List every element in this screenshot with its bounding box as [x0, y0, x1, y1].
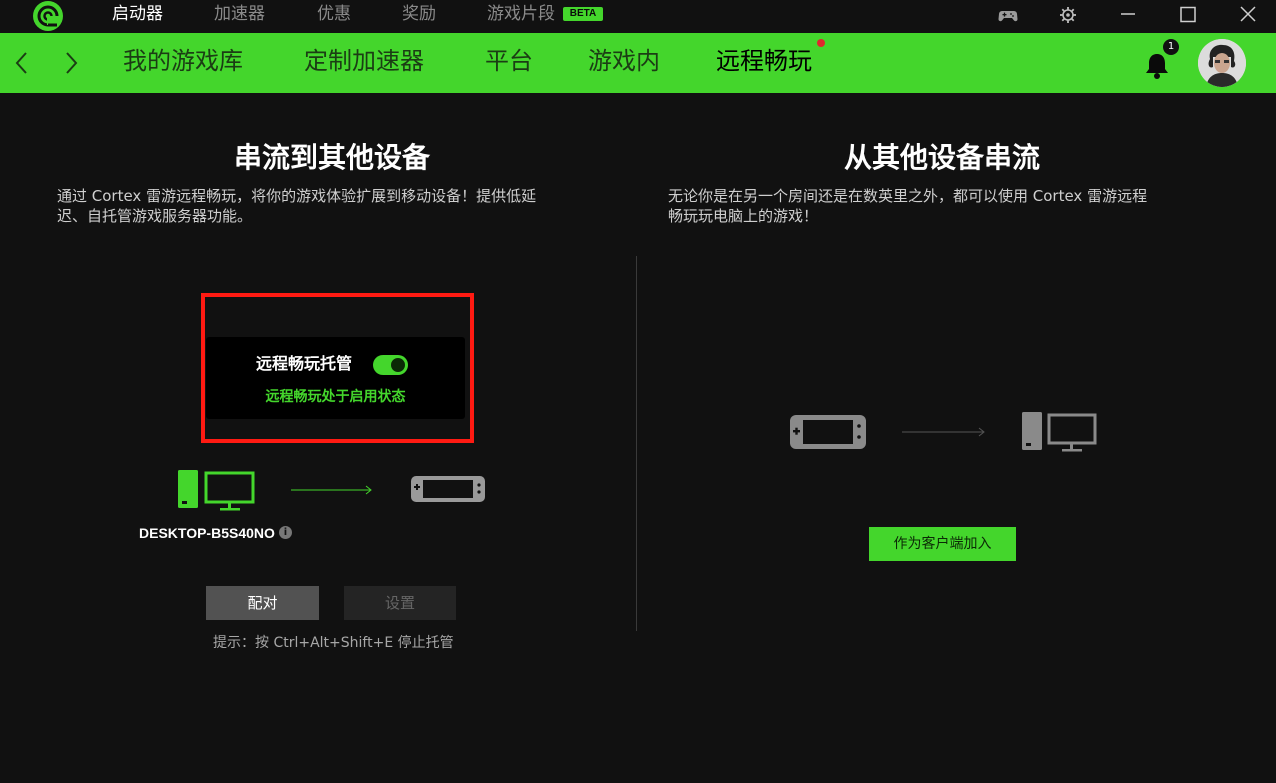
title-bar: 启动器 加速器 优惠 奖励 游戏片段 BETA — [0, 0, 1276, 33]
device-name: DESKTOP-B5S40NO — [139, 525, 275, 541]
gamepad-icon — [998, 11, 1018, 22]
remote-play-host-toggle[interactable] — [373, 355, 408, 375]
tab-launcher[interactable]: 启动器 — [112, 3, 163, 25]
close-button[interactable] — [1228, 0, 1268, 30]
tab-booster[interactable]: 加速器 — [214, 3, 265, 25]
tab-my-game-library[interactable]: 我的游戏库 — [123, 45, 243, 77]
client-handheld-console-icon — [790, 415, 866, 449]
tab-in-game[interactable]: 游戏内 — [588, 45, 660, 77]
gamepad-button[interactable] — [988, 0, 1028, 30]
close-icon — [1240, 6, 1256, 22]
tab-platform[interactable]: 平台 — [485, 45, 533, 77]
tab-game-clips[interactable]: 游戏片段 — [487, 3, 555, 25]
new-indicator-dot — [817, 39, 825, 47]
client-pc-icon — [1022, 412, 1097, 452]
maximize-icon — [1180, 6, 1196, 23]
pc-icon — [178, 470, 255, 511]
user-avatar[interactable] — [1198, 39, 1246, 87]
section-nav-bar: 我的游戏库 定制加速器 平台 游戏内 远程畅玩 1 — [0, 33, 1276, 93]
pair-button[interactable]: 配对 — [206, 586, 319, 620]
minimize-button[interactable] — [1108, 0, 1148, 30]
avatar-image — [1198, 39, 1246, 87]
client-stream-arrow-icon — [902, 427, 985, 437]
info-icon[interactable]: i — [279, 526, 292, 539]
remote-play-status-text: 远程畅玩处于启用状态 — [265, 389, 406, 405]
tab-rewards[interactable]: 奖励 — [402, 3, 436, 25]
toggle-knob — [391, 358, 405, 372]
handheld-console-icon — [411, 476, 485, 502]
stream-to-other-devices-title: 串流到其他设备 — [233, 141, 430, 174]
stream-to-description-line1: 通过 Cortex 雷游远程畅玩，将你的游戏体验扩展到移动设备！提供低延 — [57, 187, 537, 205]
remote-play-host-label: 远程畅玩托管 — [256, 354, 353, 373]
notification-count-badge: 1 — [1163, 39, 1179, 55]
maximize-button[interactable] — [1168, 0, 1208, 30]
chevron-right-icon — [66, 52, 78, 74]
razer-cortex-logo-icon[interactable] — [33, 1, 63, 31]
stop-hosting-hint: 提示：按 Ctrl+Alt+Shift+E 停止托管 — [213, 635, 454, 651]
tab-custom-booster[interactable]: 定制加速器 — [304, 45, 424, 77]
column-divider — [636, 256, 637, 631]
chevron-left-icon — [15, 52, 27, 74]
settings-button[interactable]: 设置 — [344, 586, 456, 620]
tab-deals[interactable]: 优惠 — [317, 3, 351, 25]
stream-from-description-line2: 畅玩玩电脑上的游戏！ — [668, 207, 819, 225]
tab-remote-play[interactable]: 远程畅玩 — [716, 45, 812, 77]
back-button[interactable] — [10, 50, 34, 76]
stream-from-description-line1: 无论你是在另一个房间还是在数英里之外，都可以使用 Cortex 雷游远程 — [668, 187, 1148, 205]
gear-icon — [1060, 7, 1076, 23]
beta-badge: BETA — [563, 7, 603, 21]
stream-direction-arrow-icon — [291, 485, 372, 495]
join-as-client-button[interactable]: 作为客户端加入 — [869, 527, 1016, 561]
stream-to-description-line2: 迟、自托管游戏服务器功能。 — [57, 207, 253, 225]
stream-from-other-devices-title: 从其他设备串流 — [843, 141, 1040, 174]
remote-play-host-card: 远程畅玩托管 远程畅玩处于启用状态 — [206, 337, 465, 419]
minimize-icon — [1121, 13, 1135, 15]
settings-window-button[interactable] — [1048, 0, 1088, 30]
forward-button[interactable] — [59, 50, 83, 76]
